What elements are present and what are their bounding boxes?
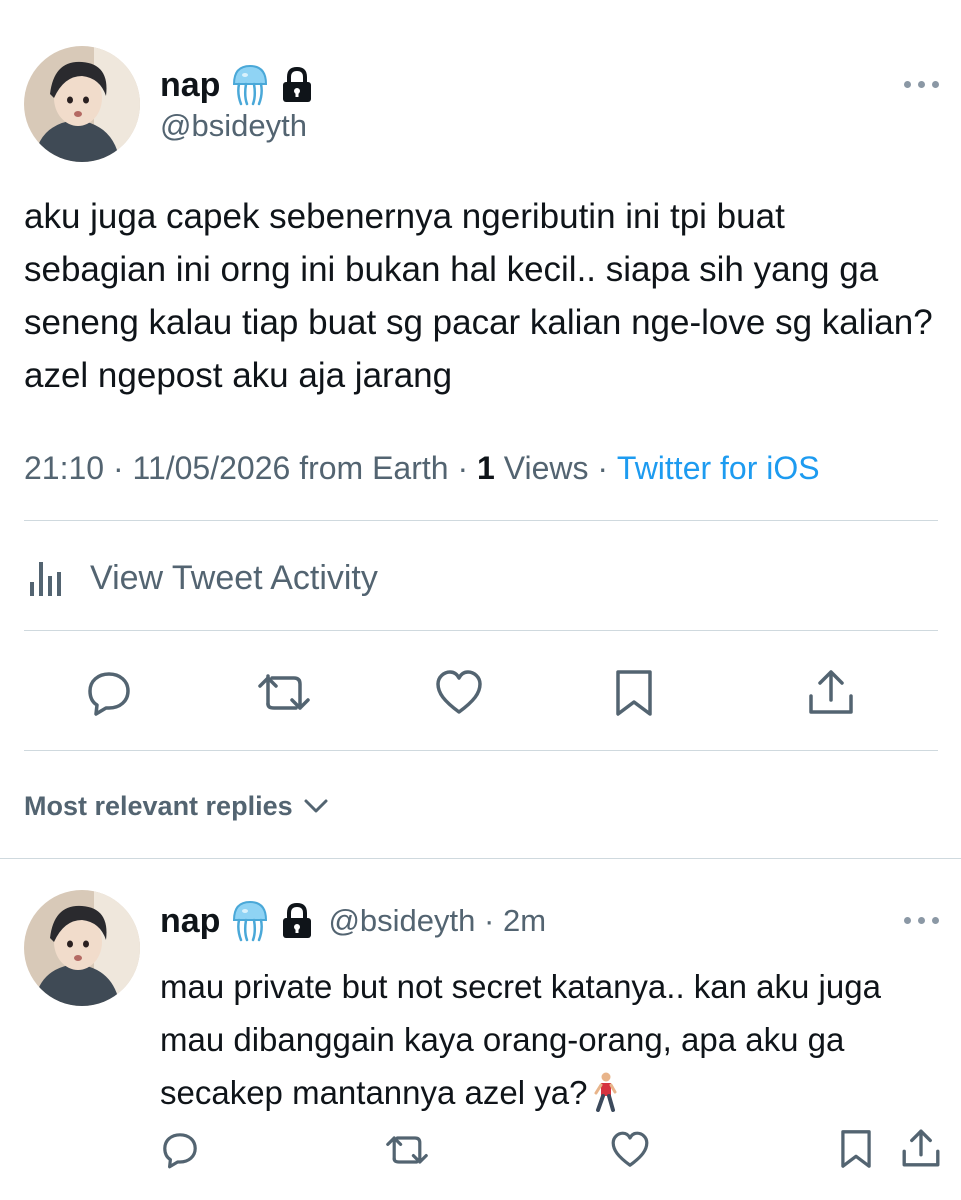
- views-label: Views: [494, 449, 589, 486]
- display-name[interactable]: nap: [160, 66, 220, 105]
- source-link[interactable]: Twitter for iOS: [617, 450, 820, 487]
- handle[interactable]: @bsideyth: [160, 108, 307, 144]
- replies-sort-label: Most relevant replies: [24, 790, 293, 821]
- lock-icon: [280, 66, 314, 104]
- view-tweet-activity-label: View Tweet Activity: [90, 558, 378, 597]
- tweet-text: aku juga capek sebenernya ngeributin ini…: [24, 197, 933, 395]
- reply-author-row: nap @bsideyth · 2m: [160, 898, 546, 944]
- tweet-location: from Earth: [290, 449, 449, 486]
- reply-avatar[interactable]: [24, 890, 140, 1006]
- divider: [24, 750, 938, 751]
- avatar[interactable]: [24, 46, 140, 162]
- reply-share-icon[interactable]: [900, 1126, 942, 1170]
- chevron-down-icon: [303, 793, 329, 819]
- view-tweet-activity[interactable]: View Tweet Activity: [24, 550, 378, 606]
- reply-bookmark-icon[interactable]: [838, 1128, 874, 1170]
- lock-icon: [280, 902, 314, 940]
- author-name-row: nap: [160, 62, 314, 108]
- bookmark-icon[interactable]: [612, 668, 656, 718]
- views-count: 1: [477, 449, 495, 486]
- like-icon[interactable]: [434, 668, 484, 718]
- tweet-meta: 21:10 · 11/05/2026 from Earth · 1 Views …: [24, 446, 820, 490]
- analytics-icon: [24, 554, 72, 602]
- tweet-detail-page: nap @bsideyth aku juga capek sebenernya …: [0, 0, 961, 1200]
- reply-display-name[interactable]: nap: [160, 902, 220, 941]
- tweet-date: 11/05/2026: [132, 449, 291, 486]
- reply-more-icon[interactable]: [904, 914, 940, 926]
- divider: [24, 520, 938, 521]
- meta-separator: ·: [448, 449, 477, 486]
- reply-text-block: mau private but not secret katanya.. kan…: [160, 960, 936, 1119]
- divider: [24, 630, 938, 631]
- divider: [0, 858, 961, 859]
- reply-retweet-icon[interactable]: [384, 1130, 430, 1170]
- jellyfish-emoji-icon: [230, 64, 270, 106]
- retweet-icon[interactable]: [256, 668, 312, 718]
- tweet-time: 21:10: [24, 449, 105, 486]
- reply-like-icon[interactable]: [610, 1130, 650, 1170]
- person-walking-emoji: [591, 1072, 619, 1112]
- more-icon[interactable]: [904, 78, 940, 90]
- reply-icon[interactable]: [84, 668, 134, 718]
- reply-handle[interactable]: @bsideyth: [328, 903, 475, 939]
- reply-separator: ·: [475, 903, 503, 938]
- meta-separator: ·: [104, 449, 133, 486]
- reply-time[interactable]: 2m: [503, 903, 546, 939]
- reply-reply-icon[interactable]: [160, 1130, 200, 1170]
- jellyfish-emoji-icon: [230, 900, 270, 942]
- meta-separator: ·: [588, 449, 617, 486]
- reply-text: mau private but not secret katanya.. kan…: [160, 968, 881, 1111]
- replies-sort-toggle[interactable]: Most relevant replies: [24, 786, 329, 826]
- share-icon[interactable]: [806, 666, 856, 718]
